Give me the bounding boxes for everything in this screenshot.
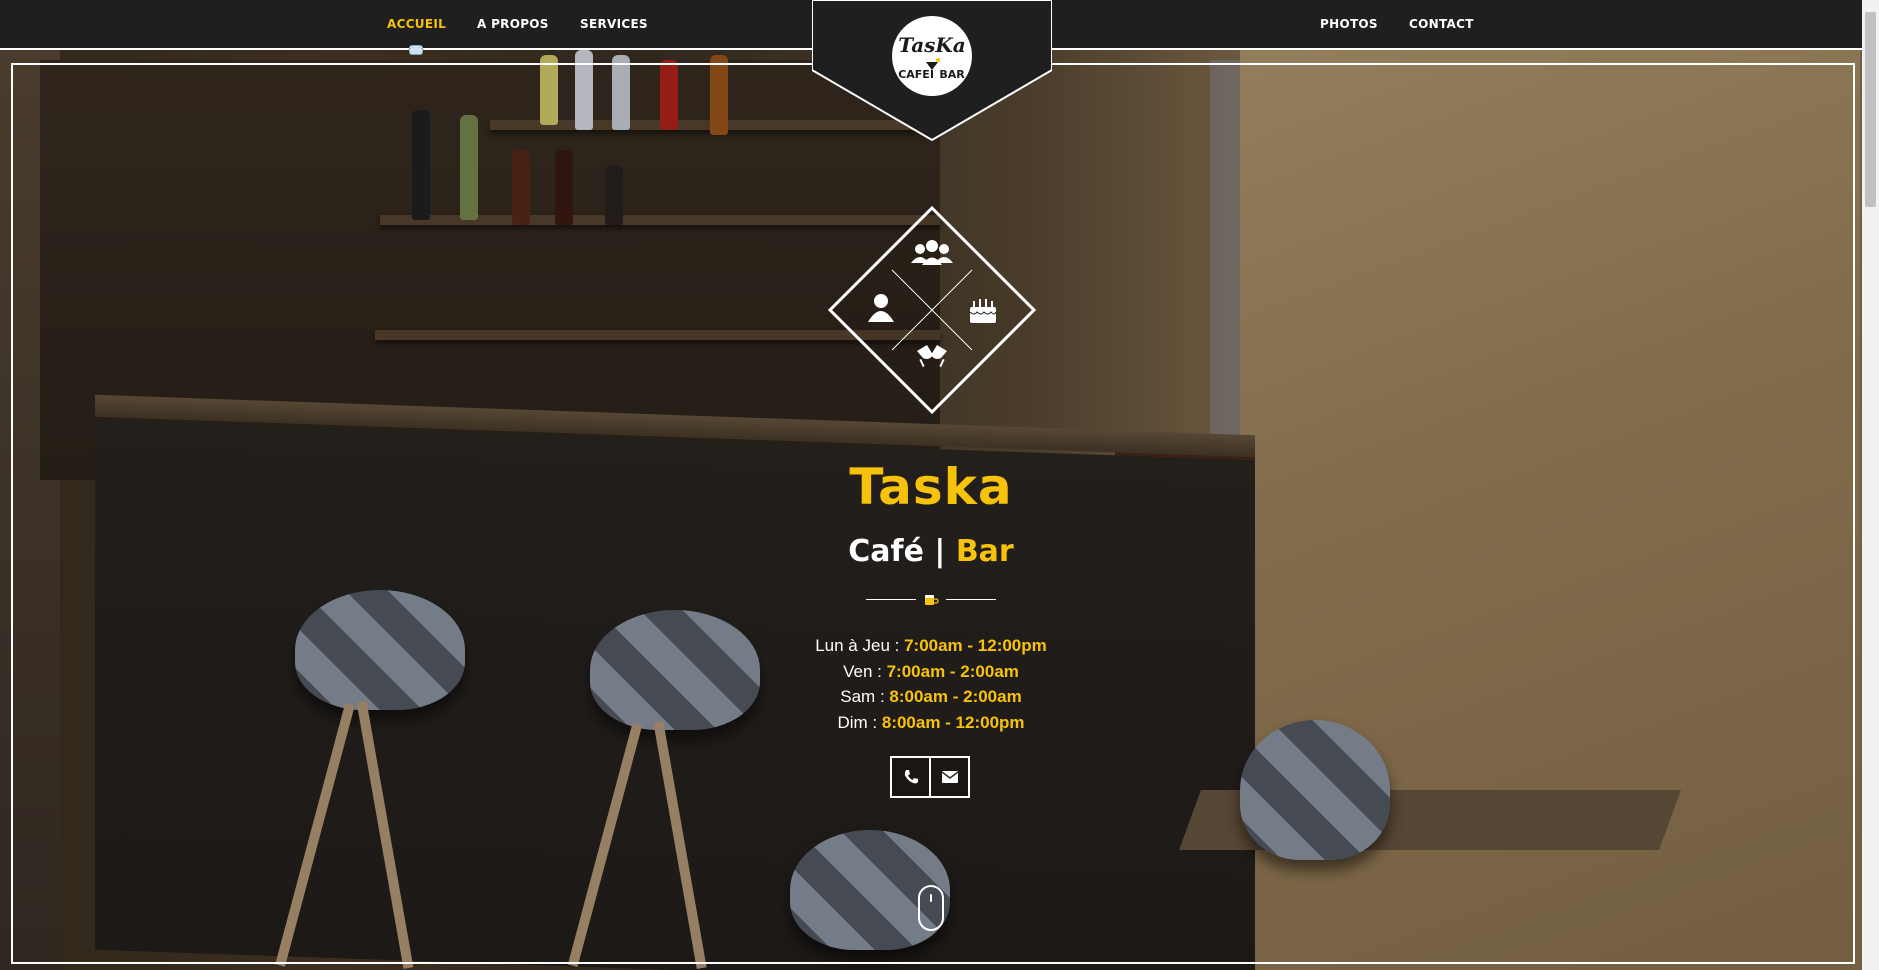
nav-link-accueil[interactable]: ACCUEIL bbox=[387, 17, 446, 31]
scrollbar-thumb[interactable] bbox=[1865, 12, 1876, 207]
divider-line-left bbox=[866, 599, 916, 600]
hours-row: Sam : 8:00am - 2:00am bbox=[0, 687, 1862, 707]
envelope-icon bbox=[941, 771, 958, 783]
brand-sub-bar: Bar bbox=[955, 534, 1014, 569]
logo-text-bar: BAR bbox=[939, 68, 965, 81]
brand-sub-separator: | bbox=[934, 534, 946, 569]
title-divider bbox=[866, 594, 996, 606]
nav-link-a-propos[interactable]: A PROPOS bbox=[477, 17, 549, 31]
hours-day: Ven : bbox=[843, 662, 882, 681]
nav-link-contact[interactable]: CONTACT bbox=[1409, 17, 1474, 31]
hours-day: Dim : bbox=[837, 713, 878, 732]
nav-link-services[interactable]: SERVICES bbox=[580, 17, 648, 31]
beer-mug-icon bbox=[925, 595, 939, 605]
hours-row: Lun à Jeu : 7:00am - 12:00pm bbox=[0, 636, 1862, 656]
hours-time: 8:00am - 2:00am bbox=[889, 687, 1022, 706]
hours-row: Ven : 7:00am - 2:00am bbox=[0, 662, 1862, 682]
services-diamond bbox=[827, 205, 1037, 415]
divider-line-right bbox=[946, 599, 996, 600]
scroll-down-indicator[interactable] bbox=[918, 885, 944, 931]
nav-link-photos[interactable]: PHOTOS bbox=[1320, 17, 1378, 31]
hours-time: 7:00am - 2:00am bbox=[886, 662, 1019, 681]
hours-time: 8:00am - 12:00pm bbox=[881, 713, 1025, 732]
logo-text-taska: TasKa bbox=[898, 33, 966, 57]
email-button[interactable] bbox=[929, 756, 970, 798]
active-nav-indicator bbox=[409, 45, 423, 55]
logo-shield[interactable]: TasKa CAFE BAR bbox=[812, 0, 1052, 142]
contact-buttons bbox=[890, 756, 970, 798]
hours-row: Dim : 8:00am - 12:00pm bbox=[0, 713, 1862, 733]
page-scrollbar[interactable] bbox=[1862, 0, 1879, 970]
brand-sub-cafe: Café bbox=[848, 534, 924, 569]
phone-button[interactable] bbox=[890, 756, 931, 798]
hours-time: 7:00am - 12:00pm bbox=[904, 636, 1047, 655]
mouse-wheel bbox=[930, 894, 932, 902]
phone-icon bbox=[904, 770, 918, 784]
hours-day: Sam : bbox=[840, 687, 885, 706]
logo-text-cafe: CAFE bbox=[898, 68, 930, 81]
brand-title: Taska bbox=[849, 458, 1013, 516]
hours-day: Lun à Jeu : bbox=[815, 636, 900, 655]
brand-subtitle: Café | Bar bbox=[0, 534, 1862, 569]
